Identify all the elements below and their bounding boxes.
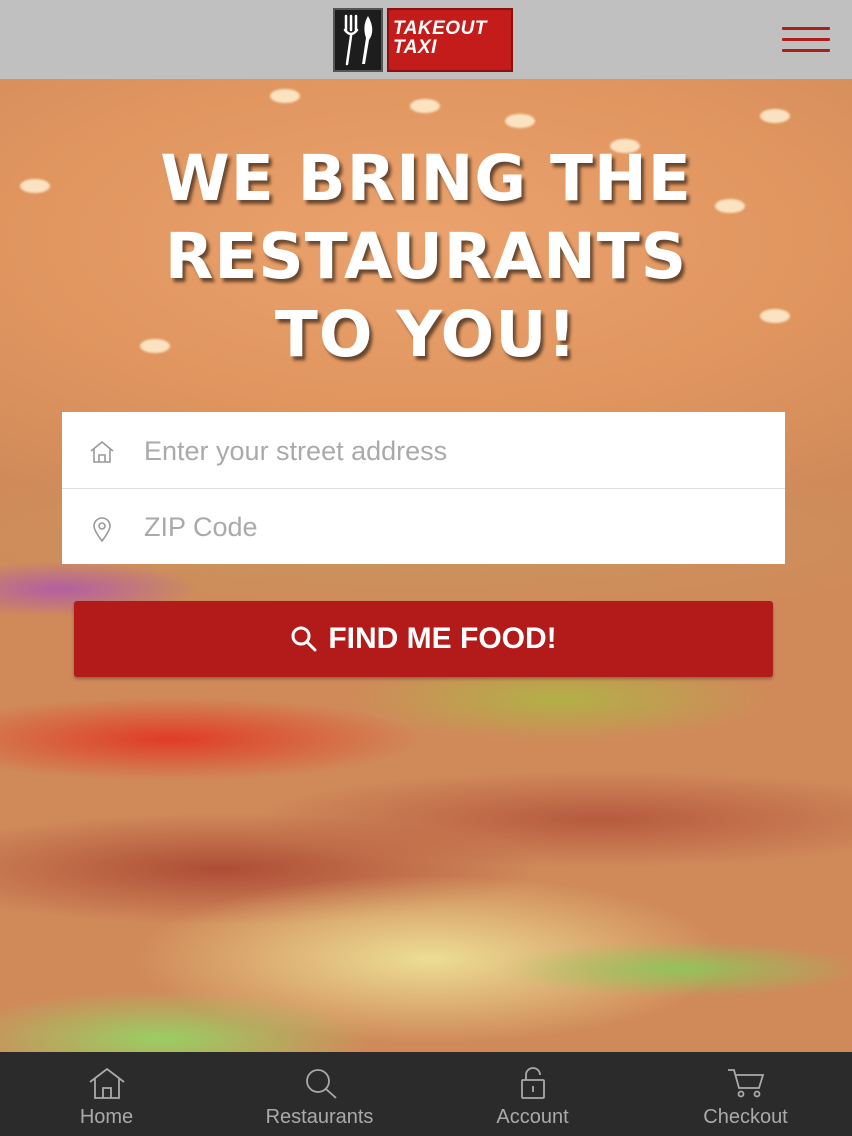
sesame-seed <box>505 114 535 128</box>
lock-icon <box>520 1067 545 1099</box>
address-form <box>62 412 785 566</box>
tab-checkout-label: Checkout <box>703 1106 788 1128</box>
find-me-food-label: FIND ME FOOD! <box>328 622 557 655</box>
top-bar: TAKEOUT TAXI <box>0 0 852 79</box>
logo-line-2: TAXI <box>393 37 437 58</box>
headline-line-3: TO YOU! <box>274 298 578 371</box>
hamburger-icon-bar <box>782 49 830 52</box>
sesame-seed <box>270 89 300 103</box>
location-pin-icon <box>93 517 111 543</box>
tab-account-label: Account <box>496 1106 569 1128</box>
sesame-seed <box>410 99 440 113</box>
sesame-seed <box>760 109 790 123</box>
search-icon <box>291 626 317 652</box>
tab-account[interactable]: Account <box>426 1052 639 1136</box>
street-address-input[interactable] <box>142 412 766 490</box>
bottom-tab-bar: Home Restaurants Account Checkout <box>0 1052 852 1136</box>
tab-home-label: Home <box>79 1106 134 1128</box>
fork-knife-icon <box>333 8 383 72</box>
tab-checkout[interactable]: Checkout <box>639 1052 852 1136</box>
home-icon <box>90 440 114 463</box>
headline-line-1: WE BRING THE <box>160 142 692 215</box>
find-me-food-button[interactable]: FIND ME FOOD! <box>74 601 773 677</box>
headline-line-2: RESTAURANTS <box>164 220 688 293</box>
tab-restaurants-label: Restaurants <box>265 1106 374 1128</box>
logo-line-1: TAKEOUT <box>393 18 487 39</box>
hero-headline: WE BRING THE RESTAURANTS TO YOU! <box>0 140 852 374</box>
takeout-taxi-logo[interactable]: TAKEOUT TAXI <box>333 8 513 72</box>
zip-code-field <box>62 488 785 566</box>
cart-icon <box>727 1069 764 1098</box>
hamburger-menu-button[interactable] <box>782 27 830 54</box>
search-icon <box>305 1069 337 1099</box>
zip-code-input[interactable] <box>142 489 766 566</box>
tab-home[interactable]: Home <box>0 1052 213 1136</box>
hamburger-icon-bar <box>782 38 830 41</box>
hamburger-icon-bar <box>782 27 830 30</box>
street-address-field <box>62 412 785 490</box>
tab-restaurants[interactable]: Restaurants <box>213 1052 426 1136</box>
logo-wordmark: TAKEOUT TAXI <box>387 8 513 72</box>
home-icon <box>88 1067 125 1099</box>
